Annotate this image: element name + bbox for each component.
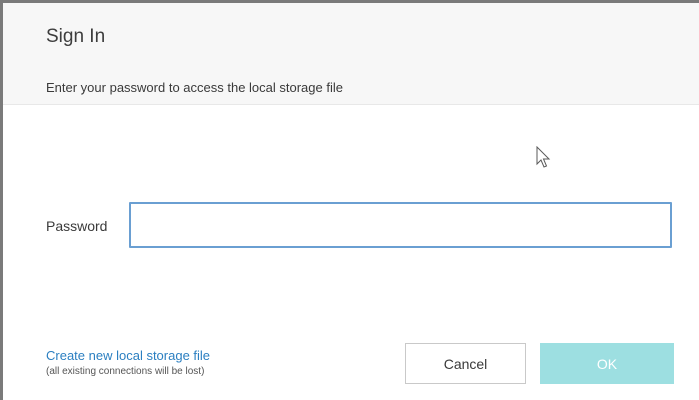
cancel-button-label: Cancel	[443, 355, 488, 372]
sign-in-dialog: Sign In Enter your password to access th…	[0, 0, 699, 400]
create-storage-file-note: (all existing connections will be lost)	[46, 366, 205, 377]
dialog-title: Sign In	[46, 26, 106, 47]
mouse-pointer-icon	[536, 146, 551, 168]
dialog-header: Sign In Enter your password to access th…	[3, 3, 699, 105]
create-storage-file-link[interactable]: Create new local storage file	[46, 348, 210, 363]
dialog-subtitle: Enter your password to access the local …	[46, 80, 343, 95]
cancel-button[interactable]: Cancel	[405, 343, 526, 384]
ok-button[interactable]: OK	[540, 343, 674, 384]
password-label: Password	[46, 218, 108, 234]
password-field[interactable]	[129, 202, 672, 248]
ok-button-label: OK	[596, 355, 618, 372]
